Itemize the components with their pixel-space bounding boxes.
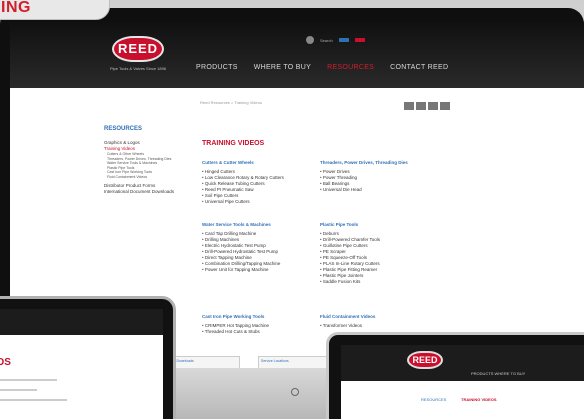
logo-tagline: Pipe Tools & Valves Since 1896	[109, 66, 167, 71]
share-icon-3[interactable]	[428, 102, 438, 110]
reed-logo[interactable]: REED	[112, 36, 164, 62]
nav-products[interactable]: PRODUCTS	[196, 64, 238, 71]
video-group-heading: Cutters & Cutter Wheels	[202, 160, 254, 165]
video-group-cast-iron: Cast Iron Pipe Working Tools CRIMPER Hot…	[202, 314, 269, 335]
power-icon	[291, 388, 299, 396]
sidebar: RESOURCES Graphics & Logos Training Vide…	[104, 126, 182, 195]
tablet-right-logo[interactable]: REED	[407, 351, 443, 369]
nav-where-to-buy[interactable]: WHERE TO BUY	[254, 64, 311, 71]
tablet-right-subtitle: RESOURCES	[421, 397, 447, 402]
page-title: TRAINING VIDEOS	[202, 140, 265, 147]
tablet-left-title: DS	[0, 357, 11, 368]
tablet-left: DS	[0, 296, 176, 419]
video-group-water-service: Water Service Tools & Machines Card Tap …	[202, 222, 280, 273]
video-group-heading: Water Service Tools & Machines	[202, 222, 271, 227]
tablet-right: REED PRODUCTS WHERE TO BUY RESOURCES TRA…	[326, 332, 584, 419]
nav-resources[interactable]: RESOURCES	[327, 64, 374, 71]
share-icons	[404, 102, 450, 110]
social-icon[interactable]	[306, 36, 314, 44]
video-link[interactable]: Universal Pipe Cutters	[202, 199, 284, 205]
sidebar-item-international[interactable]: International Document Downloads	[104, 189, 182, 195]
video-link[interactable]: Universal Die Head	[320, 187, 408, 193]
sidebar-title: RESOURCES	[104, 126, 143, 132]
footer-boxes: Training Downloads Service Locations	[160, 356, 338, 368]
nav-contact[interactable]: CONTACT REED	[390, 64, 448, 71]
video-group-heading: Threaders, Power Drives, Threading Dies	[320, 160, 408, 165]
tablet-left-line	[0, 389, 37, 391]
video-link[interactable]: Saddle Fusion Kits	[320, 279, 380, 285]
corner-banner-text: ING	[1, 0, 31, 16]
tablet-left-line	[0, 399, 67, 401]
tablet-right-nav[interactable]: PRODUCTS WHERE TO BUY	[471, 371, 525, 376]
video-group-cutters: Cutters & Cutter Wheels Hinged Cutters L…	[202, 160, 284, 205]
video-group-heading: Plastic Pipe Tools	[320, 222, 359, 227]
tablet-left-screen: DS	[0, 309, 163, 419]
video-link[interactable]: Threaded Hot Cuts & Stubs	[202, 329, 269, 335]
tablet-left-line	[0, 379, 57, 381]
tablet-left-header	[0, 309, 163, 335]
top-button-red[interactable]	[354, 38, 365, 42]
site-header: REED Pipe Tools & Valves Since 1896 Sear…	[10, 22, 584, 88]
top-button-blue[interactable]	[338, 38, 349, 42]
video-group-plastic-pipe: Plastic Pipe Tools Deburrs Drill-Powered…	[320, 222, 380, 285]
video-group-threaders: Threaders, Power Drives, Threading Dies …	[320, 160, 408, 193]
tablet-right-screen: REED PRODUCTS WHERE TO BUY RESOURCES TRA…	[341, 345, 584, 419]
video-group-fluid-containment: Fluid Containment Videos Transformer Vid…	[320, 314, 375, 329]
video-link[interactable]: Power Unit for Tapping Machine	[202, 267, 280, 273]
video-group-heading: Cast Iron Pipe Working Tools	[202, 314, 265, 319]
share-icon-2[interactable]	[416, 102, 426, 110]
video-group-heading: Fluid Containment Videos	[320, 314, 376, 319]
video-link[interactable]: Transformer Videos	[320, 323, 375, 329]
share-icon-1[interactable]	[404, 102, 414, 110]
share-icon-4[interactable]	[440, 102, 450, 110]
top-utility-bar: Search	[306, 36, 365, 44]
corner-banner: ING	[0, 0, 110, 20]
top-link-search[interactable]: Search	[320, 38, 333, 43]
tablet-right-title: TRAINING VIDEOS	[461, 397, 497, 402]
breadcrumb[interactable]: Reed Resources > Training Videos	[200, 100, 262, 105]
main-nav: PRODUCTS WHERE TO BUY RESOURCES CONTACT …	[196, 64, 448, 71]
tablet-right-header: REED PRODUCTS WHERE TO BUY	[341, 345, 584, 381]
